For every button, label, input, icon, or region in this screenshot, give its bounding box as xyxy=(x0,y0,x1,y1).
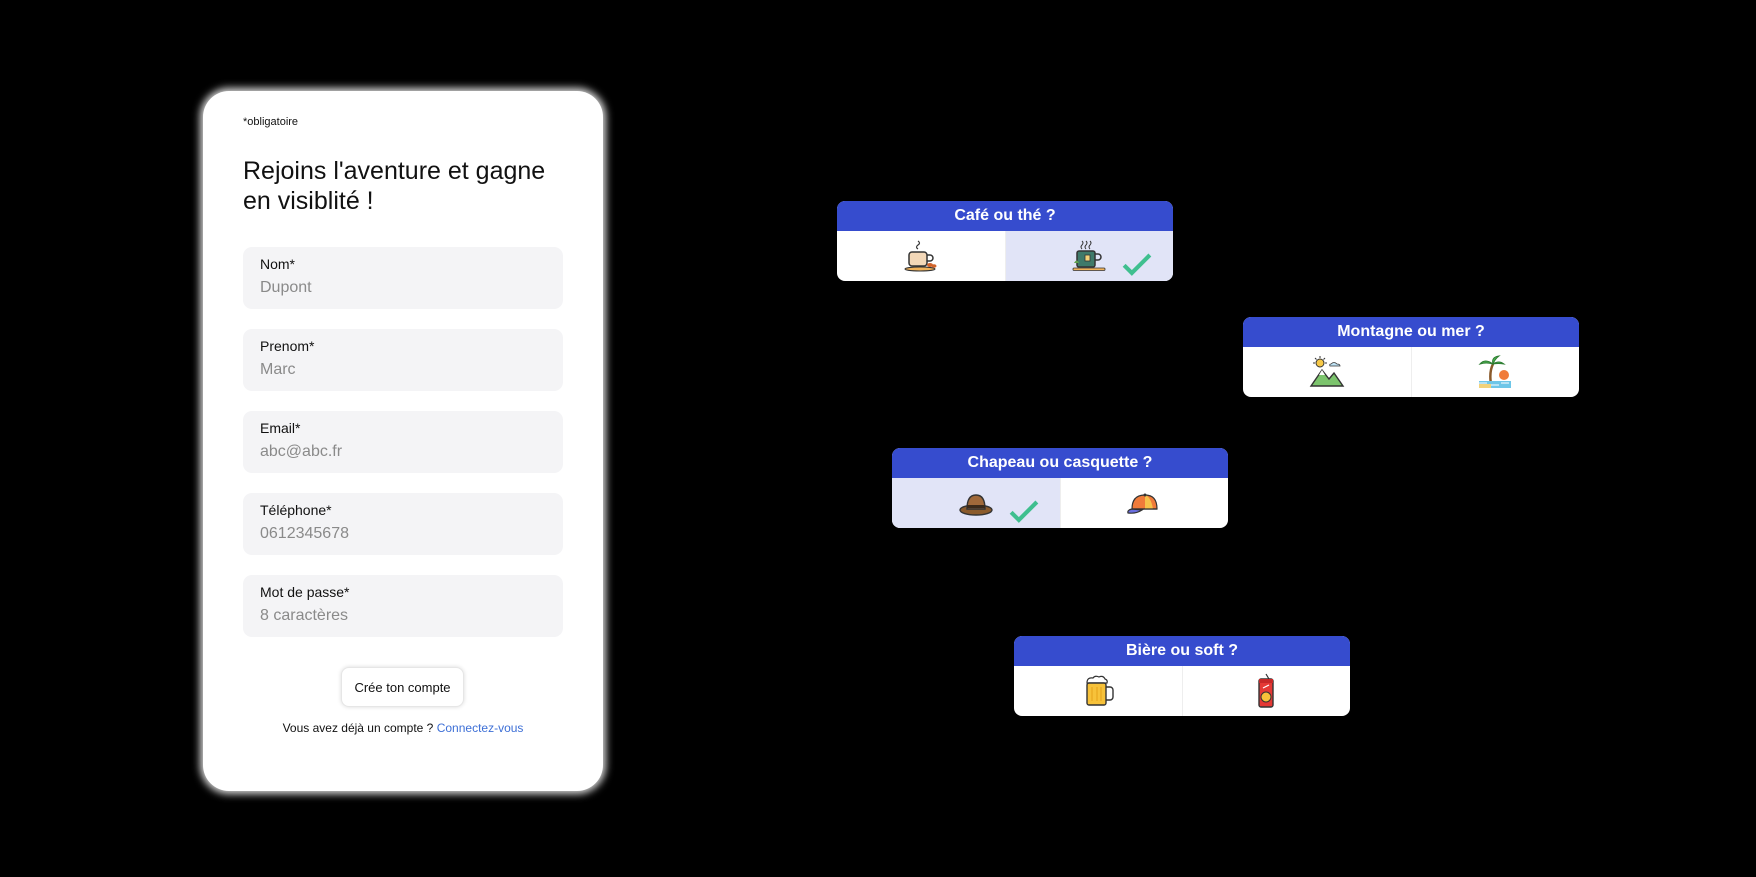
choice-options xyxy=(1014,666,1350,716)
hat-icon xyxy=(959,494,993,516)
mountain-icon xyxy=(1309,356,1345,387)
option-cap[interactable] xyxy=(1059,478,1229,528)
phone-input[interactable] xyxy=(260,525,546,543)
last-name-input[interactable] xyxy=(260,279,546,297)
beer-mug-icon xyxy=(1086,675,1114,706)
checkmark-icon xyxy=(1009,500,1038,523)
option-mountain[interactable] xyxy=(1243,347,1411,397)
option-coffee[interactable] xyxy=(837,231,1005,281)
choice-question: Café ou thé ? xyxy=(837,201,1173,231)
choice-options xyxy=(837,231,1173,281)
choice-mountain-sea: Montagne ou mer ? xyxy=(1243,317,1579,397)
choice-coffee-tea: Café ou thé ? xyxy=(837,201,1173,281)
email-field[interactable]: Email* xyxy=(243,411,563,473)
choice-hat-cap: Chapeau ou casquette ? xyxy=(892,448,1228,528)
password-label: Mot de passe* xyxy=(260,584,350,600)
phone-label: Téléphone* xyxy=(260,502,332,518)
choice-question: Montagne ou mer ? xyxy=(1243,317,1579,347)
required-note: *obligatoire xyxy=(243,116,299,128)
phone-field[interactable]: Téléphone* xyxy=(243,493,563,555)
first-name-input[interactable] xyxy=(260,361,546,379)
option-sea[interactable] xyxy=(1410,347,1580,397)
password-input[interactable] xyxy=(260,607,546,625)
choice-options xyxy=(892,478,1228,528)
password-field[interactable]: Mot de passe* xyxy=(243,575,563,637)
login-prompt-line: Vous avez déjà un compte ? Connectez-vou… xyxy=(203,721,603,735)
option-soft[interactable] xyxy=(1181,666,1351,716)
choice-beer-soft: Bière ou soft ? xyxy=(1014,636,1350,716)
email-label: Email* xyxy=(260,420,301,436)
soda-can-icon xyxy=(1258,673,1274,708)
last-name-label: Nom* xyxy=(260,256,296,272)
coffee-cup-icon xyxy=(904,240,937,272)
option-beer[interactable] xyxy=(1014,666,1182,716)
choice-question: Chapeau ou casquette ? xyxy=(892,448,1228,478)
create-account-button[interactable]: Crée ton compte xyxy=(341,667,464,707)
page-title: Rejoins l'aventure et gagne en visiblité… xyxy=(243,157,546,215)
tea-pot-icon xyxy=(1072,240,1106,271)
choice-options xyxy=(1243,347,1579,397)
signup-card: *obligatoire Rejoins l'aventure et gagne… xyxy=(203,91,603,791)
beach-palm-icon xyxy=(1478,355,1512,388)
option-hat[interactable] xyxy=(892,478,1060,528)
option-tea[interactable] xyxy=(1004,231,1173,281)
first-name-field[interactable]: Prenom* xyxy=(243,329,563,391)
choice-question: Bière ou soft ? xyxy=(1014,636,1350,666)
checkmark-icon xyxy=(1122,253,1152,276)
last-name-field[interactable]: Nom* xyxy=(243,247,563,309)
first-name-label: Prenom* xyxy=(260,338,315,354)
login-link[interactable]: Connectez-vous xyxy=(437,721,524,735)
email-input[interactable] xyxy=(260,443,546,461)
cap-icon xyxy=(1127,493,1158,514)
login-prompt-text: Vous avez déjà un compte ? xyxy=(282,721,434,735)
